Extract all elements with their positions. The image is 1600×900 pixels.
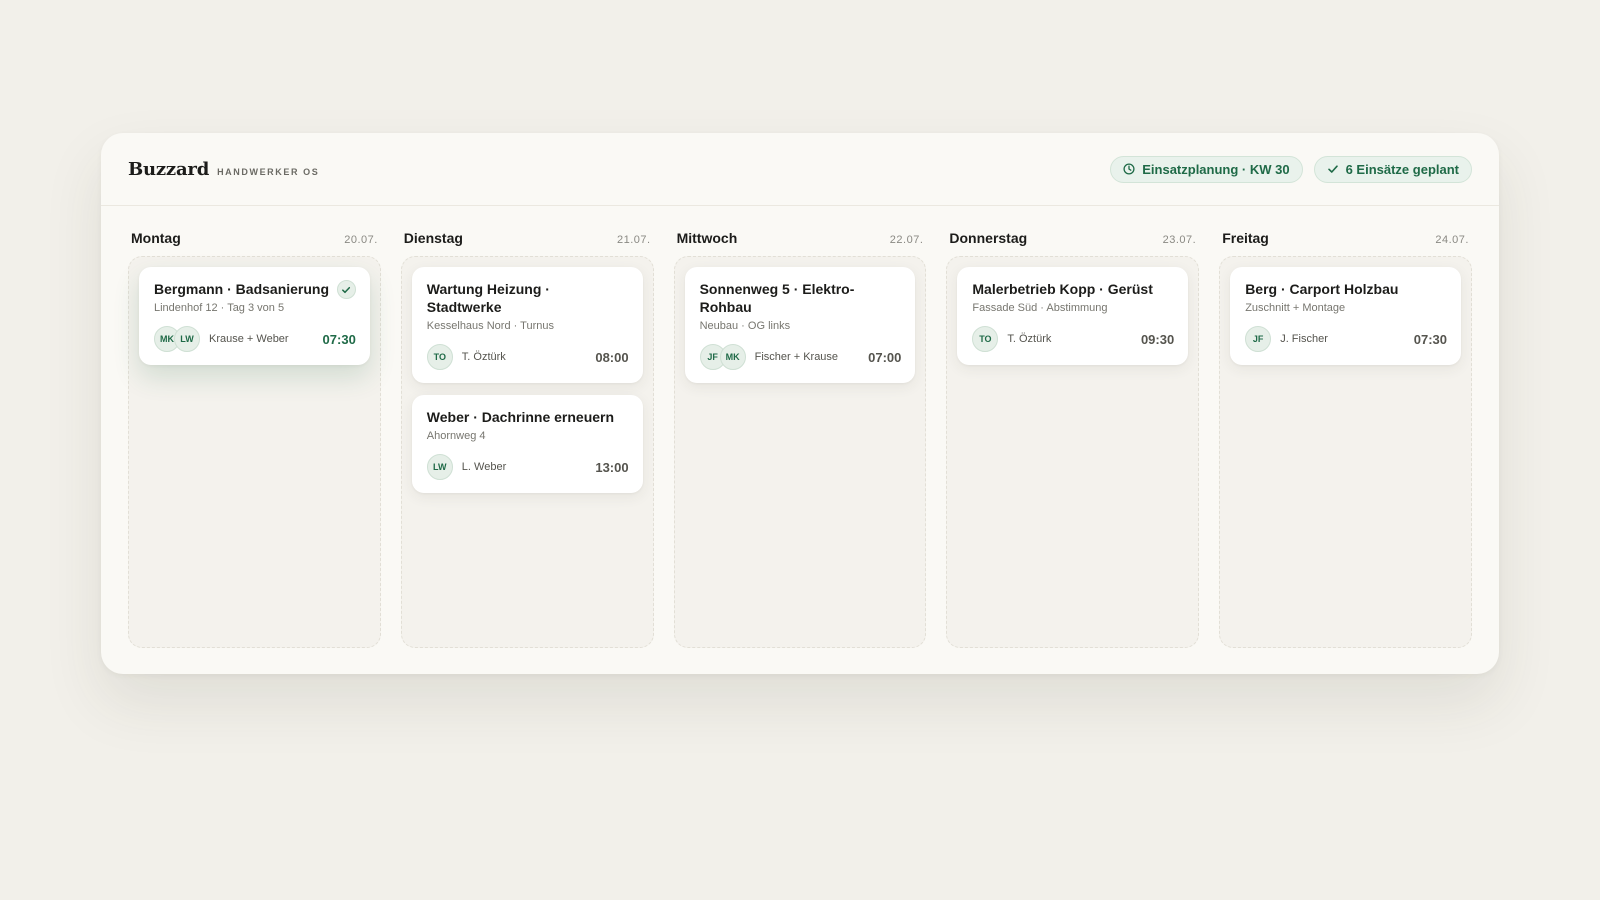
job-title: Weber · Dachrinne erneuern — [426, 409, 615, 425]
avatar[interactable]: LW — [174, 326, 200, 352]
job-card[interactable]: Berg · Carport Holzbau Zuschnitt + Monta… — [1230, 267, 1461, 365]
job-location: Fassade Süd · Abstimmung — [972, 302, 1108, 314]
day-name: Dienstag — [403, 230, 463, 246]
check-icon — [342, 286, 351, 293]
day-header: Mittwoch 22.07. — [674, 224, 927, 256]
planned-count-label: 6 Einsätze geplant — [1345, 161, 1459, 177]
job-title: Malerbetrieb Kopp · Gerüst — [972, 281, 1153, 297]
job-card[interactable]: Malerbetrieb Kopp · Gerüst Fassade Süd ·… — [957, 267, 1189, 365]
day-date: 24.07. — [1435, 234, 1469, 246]
job-time: 09:30 — [1140, 331, 1175, 347]
avatar-group: JF MK — [699, 344, 746, 370]
day-date: 22.07. — [889, 234, 924, 246]
crew: TO T. Öztürk — [972, 326, 1051, 352]
brand-subtitle: HANDWERKER OS — [217, 166, 320, 177]
job-footer: TO T. Öztürk 09:30 — [972, 326, 1174, 352]
day-header: Donnerstag 23.07. — [946, 224, 1199, 256]
day-column-mittwoch: Mittwoch 22.07. Sonnenweg 5 · Elektro-Ro… — [673, 224, 927, 648]
crew-name: L. Weber — [461, 461, 507, 473]
job-footer: JF MK Fischer + Krause 07:00 — [699, 344, 902, 370]
day-column-dienstag: Dienstag 21.07. Wartung Heizung · Stadtw… — [400, 224, 654, 648]
job-card[interactable]: Weber · Dachrinne erneuern Ahornweg 4 LW… — [411, 395, 643, 493]
job-title: Sonnenweg 5 · Elektro-Rohbau — [699, 281, 855, 315]
job-time: 07:30 — [1413, 331, 1447, 347]
job-location: Neubau · OG links — [699, 320, 791, 332]
day-column-montag: Montag 20.07. Bergmann · Badsanierung Li… — [128, 224, 381, 648]
job-time: 07:30 — [322, 331, 356, 347]
job-footer: TO T. Öztürk 08:00 — [426, 344, 629, 370]
job-card[interactable]: Wartung Heizung · Stadtwerke Kesselhaus … — [411, 267, 643, 383]
crew: MK LW Krause + Weber — [154, 326, 289, 352]
avatar-group: JF — [1245, 326, 1272, 352]
crew-name: Krause + Weber — [209, 333, 289, 345]
clock-icon — [1123, 163, 1135, 175]
job-title: Bergmann · Badsanierung — [154, 281, 330, 297]
day-lane[interactable]: Berg · Carport Holzbau Zuschnitt + Monta… — [1219, 256, 1472, 648]
job-time: 08:00 — [595, 349, 629, 365]
avatar-group: LW — [426, 454, 453, 480]
day-name: Freitag — [1222, 230, 1269, 246]
crew: JF MK Fischer + Krause — [699, 344, 839, 370]
day-date: 20.07. — [344, 234, 378, 246]
brand-name: Buzzard — [128, 158, 210, 180]
day-name: Montag — [131, 230, 181, 246]
header-pills: Einsatzplanung · KW 30 6 Einsätze geplan… — [1110, 155, 1472, 183]
crew: LW L. Weber — [426, 454, 507, 480]
day-header: Dienstag 21.07. — [401, 224, 654, 256]
planned-count-pill[interactable]: 6 Einsätze geplant — [1313, 155, 1472, 183]
avatar[interactable]: MK — [719, 344, 746, 370]
day-lane[interactable]: Bergmann · Badsanierung Lindenhof 12 · T… — [128, 256, 381, 648]
day-name: Mittwoch — [676, 230, 738, 246]
crew-name: T. Öztürk — [461, 351, 506, 363]
avatar[interactable]: TO — [972, 326, 999, 352]
day-column-freitag: Freitag 24.07. Berg · Carport Holzbau Zu… — [1219, 224, 1472, 648]
job-footer: MK LW Krause + Weber 07:30 — [154, 326, 356, 352]
crew-name: T. Öztürk — [1007, 333, 1052, 345]
job-footer: LW L. Weber 13:00 — [426, 454, 629, 480]
app-header: Buzzard HANDWERKER OS Einsatzplanung · K… — [101, 133, 1499, 206]
job-time: 13:00 — [595, 459, 629, 475]
crew-name: Fischer + Krause — [754, 351, 839, 363]
job-card[interactable]: Bergmann · Badsanierung Lindenhof 12 · T… — [139, 267, 370, 365]
job-title: Berg · Carport Holzbau — [1245, 281, 1399, 297]
day-date: 23.07. — [1162, 234, 1197, 246]
day-column-donnerstag: Donnerstag 23.07. Malerbetrieb Kopp · Ge… — [946, 224, 1200, 648]
job-card[interactable]: Sonnenweg 5 · Elektro-Rohbau Neubau · OG… — [684, 267, 916, 383]
job-location: Ahornweg 4 — [426, 430, 486, 442]
day-header: Montag 20.07. — [128, 224, 381, 256]
job-title: Wartung Heizung · Stadtwerke — [426, 281, 550, 315]
avatar-group: MK LW — [154, 326, 200, 352]
day-name: Donnerstag — [949, 230, 1028, 246]
week-board: Montag 20.07. Bergmann · Badsanierung Li… — [101, 206, 1499, 648]
day-date: 21.07. — [617, 234, 651, 246]
day-header: Freitag 24.07. — [1219, 224, 1472, 256]
avatar[interactable]: TO — [426, 344, 453, 370]
job-footer: JF J. Fischer 07:30 — [1245, 326, 1447, 352]
day-lane[interactable]: Malerbetrieb Kopp · Gerüst Fassade Süd ·… — [946, 256, 1200, 648]
week-planning-pill[interactable]: Einsatzplanung · KW 30 — [1110, 155, 1303, 183]
job-location: Zuschnitt + Montage — [1245, 302, 1346, 314]
day-lane[interactable]: Wartung Heizung · Stadtwerke Kesselhaus … — [400, 256, 654, 648]
done-check-icon[interactable] — [336, 280, 356, 299]
planner-window: Buzzard HANDWERKER OS Einsatzplanung · K… — [101, 133, 1499, 674]
job-location: Lindenhof 12 · Tag 3 von 5 — [154, 302, 285, 314]
crew: JF J. Fischer — [1245, 326, 1328, 352]
check-icon — [1327, 165, 1338, 173]
avatar-group: TO — [972, 326, 999, 352]
crew-name: J. Fischer — [1280, 333, 1328, 345]
crew: TO T. Öztürk — [426, 344, 506, 370]
job-location: Kesselhaus Nord · Turnus — [426, 320, 554, 332]
avatar[interactable]: JF — [1245, 326, 1272, 352]
avatar-group: TO — [426, 344, 453, 370]
day-lane[interactable]: Sonnenweg 5 · Elektro-Rohbau Neubau · OG… — [673, 256, 927, 648]
week-planning-label: Einsatzplanung · KW 30 — [1142, 161, 1290, 177]
avatar[interactable]: LW — [426, 454, 453, 480]
brand[interactable]: Buzzard HANDWERKER OS — [128, 159, 319, 180]
job-time: 07:00 — [868, 349, 902, 365]
